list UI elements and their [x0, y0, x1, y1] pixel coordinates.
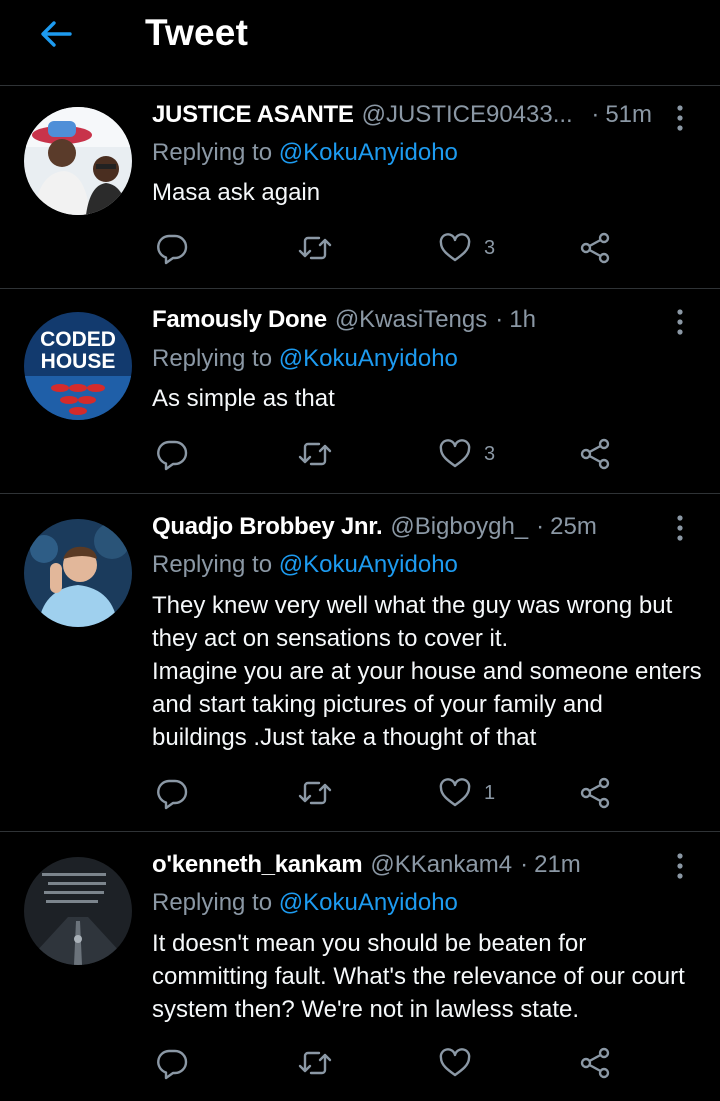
- separator-dot: ·: [495, 306, 504, 333]
- separator-dot: ·: [536, 513, 545, 540]
- tweet-text: It doesn't mean you should be beaten for…: [152, 930, 685, 1023]
- separator-dot: ·: [520, 851, 529, 878]
- tweet-actions: [0, 1043, 720, 1083]
- replying-to-line: Replying to @KokuAnyidoho: [152, 551, 458, 579]
- timestamp[interactable]: 25m: [550, 513, 597, 541]
- heart-icon: [439, 778, 471, 807]
- replying-label: Replying to: [152, 889, 279, 916]
- display-name[interactable]: o'kenneth_kankam: [152, 851, 363, 879]
- heart-icon: [439, 233, 471, 262]
- mention-link[interactable]: @KokuAnyidoho: [279, 139, 458, 166]
- share-button[interactable]: [578, 434, 612, 474]
- tweet-text: They knew very well what the guy was wro…: [152, 592, 702, 751]
- avatar[interactable]: [24, 519, 132, 627]
- heart-icon: [439, 439, 471, 468]
- username-handle[interactable]: @KwasiTengs: [335, 306, 487, 334]
- like-button[interactable]: 1: [438, 773, 495, 813]
- display-name[interactable]: Quadjo Brobbey Jnr.: [152, 513, 383, 541]
- reply-button[interactable]: [155, 773, 189, 813]
- arrow-left-icon[interactable]: [36, 14, 76, 54]
- reply-button[interactable]: [155, 1043, 189, 1083]
- avatar[interactable]: CODED HOUSE: [24, 312, 132, 420]
- like-button[interactable]: [438, 1043, 484, 1083]
- timestamp[interactable]: 1h: [509, 306, 536, 334]
- reply-icon: [157, 779, 188, 810]
- username-handle[interactable]: @Bigboygh_: [390, 513, 528, 541]
- retweet-button[interactable]: [298, 773, 332, 813]
- reply-tweet[interactable]: o'kenneth_kankam @KKankam4 · 21m Replyin…: [0, 833, 720, 1101]
- retweet-button[interactable]: [298, 228, 332, 268]
- page-title: Tweet: [145, 12, 249, 53]
- heart-icon: [439, 1048, 471, 1077]
- separator-dot: ·: [591, 101, 600, 128]
- like-count: 3: [484, 442, 496, 465]
- reply-tweet[interactable]: CODED HOUSE Famously Done @KwasiTengs · …: [0, 290, 720, 494]
- more-vertical-icon[interactable]: [670, 513, 690, 543]
- top-bar: Tweet: [0, 0, 720, 86]
- like-button[interactable]: 3: [438, 228, 495, 268]
- tweet-text: Masa ask again: [152, 179, 321, 206]
- mention-link[interactable]: @KokuAnyidoho: [279, 345, 458, 372]
- share-button[interactable]: [578, 773, 612, 813]
- timestamp[interactable]: 51m: [605, 101, 652, 129]
- reply-icon: [157, 440, 188, 471]
- retweet-button[interactable]: [298, 1043, 332, 1083]
- more-vertical-icon[interactable]: [670, 851, 690, 881]
- tweet-text: As simple as that: [152, 385, 335, 412]
- tweet-actions: 3: [0, 228, 720, 268]
- more-vertical-icon[interactable]: [670, 307, 690, 337]
- replying-to-line: Replying to @KokuAnyidoho: [152, 139, 458, 167]
- more-vertical-icon[interactable]: [670, 103, 690, 133]
- display-name[interactable]: JUSTICE ASANTE: [152, 101, 354, 129]
- replying-label: Replying to: [152, 551, 279, 578]
- share-icon: [580, 1047, 610, 1079]
- display-name[interactable]: Famously Done: [152, 306, 327, 334]
- mention-link[interactable]: @KokuAnyidoho: [279, 551, 458, 578]
- replying-label: Replying to: [152, 139, 279, 166]
- share-icon: [580, 777, 610, 809]
- avatar[interactable]: [24, 107, 132, 215]
- reply-button[interactable]: [155, 228, 189, 268]
- retweet-button[interactable]: [298, 434, 332, 474]
- avatar-text-line-1: CODED: [40, 328, 116, 351]
- mention-link[interactable]: @KokuAnyidoho: [279, 889, 458, 916]
- reply-button[interactable]: [155, 434, 189, 474]
- reply-icon: [157, 1049, 188, 1080]
- reply-tweet[interactable]: Quadjo Brobbey Jnr. @Bigboygh_ · 25m Rep…: [0, 495, 720, 832]
- share-icon: [580, 438, 610, 470]
- tweet-actions: 3: [0, 434, 720, 474]
- retweet-icon: [298, 442, 332, 466]
- tweet-actions: 1: [0, 773, 720, 813]
- replying-label: Replying to: [152, 345, 279, 372]
- username-handle[interactable]: @JUSTICE90433...: [362, 101, 572, 129]
- replying-to-line: Replying to @KokuAnyidoho: [152, 889, 458, 917]
- avatar-text-line-2: HOUSE: [41, 350, 116, 373]
- share-icon: [580, 232, 610, 264]
- like-count: 1: [484, 781, 496, 804]
- retweet-icon: [298, 781, 332, 805]
- retweet-icon: [298, 1051, 332, 1075]
- share-button[interactable]: [578, 1043, 612, 1083]
- reply-icon: [157, 234, 188, 265]
- like-count: 3: [484, 236, 496, 259]
- avatar[interactable]: [24, 857, 132, 965]
- timestamp[interactable]: 21m: [534, 851, 581, 879]
- like-button[interactable]: 3: [438, 434, 495, 474]
- share-button[interactable]: [578, 228, 612, 268]
- reply-tweet[interactable]: JUSTICE ASANTE @JUSTICE90433... · 51m Re…: [0, 87, 720, 289]
- username-handle[interactable]: @KKankam4: [370, 851, 512, 879]
- replying-to-line: Replying to @KokuAnyidoho: [152, 345, 458, 373]
- retweet-icon: [298, 236, 332, 260]
